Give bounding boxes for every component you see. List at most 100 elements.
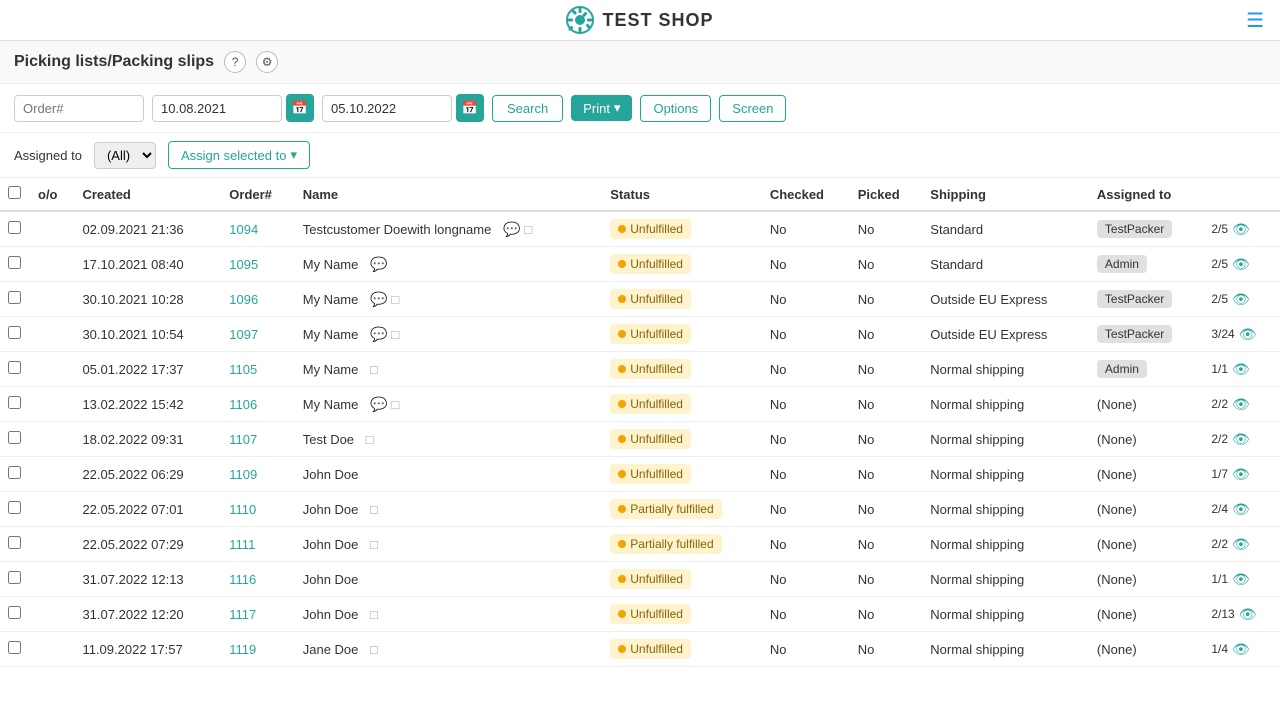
row-oo [30,352,74,387]
row-created: 17.10.2021 08:40 [74,247,221,282]
row-name: Testcustomer Doewith longname [303,222,492,237]
row-checkbox[interactable] [8,501,21,514]
message-icon[interactable]: 💬 [370,396,387,413]
eye-icon[interactable]: 👁 [1239,326,1257,343]
eye-icon[interactable]: 👁 [1239,606,1257,623]
row-checked: No [762,247,850,282]
message-icon[interactable]: 💬 [503,221,520,238]
row-shipping: Normal shipping [922,492,1089,527]
message-icon[interactable]: 💬 [370,326,387,343]
assign-selected-button[interactable]: Assign selected to ▾ [168,141,310,169]
status-badge: Partially fulfilled [610,534,721,554]
eye-icon[interactable]: 👁 [1232,641,1250,658]
select-all-checkbox[interactable] [8,186,21,199]
row-checkbox[interactable] [8,326,21,339]
eye-icon[interactable]: 👁 [1232,221,1250,238]
copy-icon[interactable]: □ [370,362,378,377]
col-oo: o/o [30,178,74,211]
date-from-calendar-button[interactable]: 📅 [286,94,314,122]
row-checkbox[interactable] [8,396,21,409]
copy-icon[interactable]: □ [391,397,399,412]
count-value: 2/5 [1211,257,1228,271]
row-order[interactable]: 1110 [221,492,294,527]
settings-button[interactable]: ⚙ [256,51,278,73]
row-oo [30,282,74,317]
row-checked: No [762,422,850,457]
row-count: 1/1👁 [1203,352,1280,387]
row-assigned: TestPacker [1089,317,1203,352]
hamburger-menu[interactable]: ☰ [1246,8,1264,33]
row-checkbox[interactable] [8,256,21,269]
screen-button[interactable]: Screen [719,95,786,122]
assigned-to-select[interactable]: (All) [94,142,156,169]
row-name: My Name [303,257,359,272]
copy-icon[interactable]: □ [370,607,378,622]
row-checkbox[interactable] [8,361,21,374]
order-search-input[interactable] [14,95,144,122]
eye-icon[interactable]: 👁 [1232,431,1250,448]
copy-icon[interactable]: □ [370,642,378,657]
row-order[interactable]: 1111 [221,527,294,562]
status-dot [618,225,626,233]
row-checkbox[interactable] [8,641,21,654]
row-status: Partially fulfilled [602,492,762,527]
logo-icon [566,6,594,34]
row-name: Test Doe [303,432,354,447]
row-checkbox[interactable] [8,536,21,549]
status-badge: Unfulfilled [610,219,691,239]
message-icon[interactable]: 💬 [370,291,387,308]
row-checkbox[interactable] [8,571,21,584]
eye-icon[interactable]: 👁 [1232,571,1250,588]
row-oo [30,387,74,422]
copy-icon[interactable]: □ [391,292,399,307]
row-order[interactable]: 1095 [221,247,294,282]
date-to-calendar-button[interactable]: 📅 [456,94,484,122]
row-checkbox[interactable] [8,606,21,619]
row-checked: No [762,457,850,492]
row-checkbox[interactable] [8,466,21,479]
row-created: 22.05.2022 06:29 [74,457,221,492]
row-created: 30.10.2021 10:28 [74,282,221,317]
print-button[interactable]: Print ▾ [571,95,632,121]
copy-icon[interactable]: □ [524,222,532,237]
eye-icon[interactable]: 👁 [1232,501,1250,518]
status-badge: Unfulfilled [610,464,691,484]
search-button[interactable]: Search [492,95,563,122]
table-row: 22.05.2022 06:291109John Doe Unfulfilled… [0,457,1280,492]
row-assigned: (None) [1089,457,1203,492]
row-order[interactable]: 1117 [221,597,294,632]
row-order[interactable]: 1096 [221,282,294,317]
eye-icon[interactable]: 👁 [1232,396,1250,413]
row-checkbox[interactable] [8,431,21,444]
date-to-input[interactable] [322,95,452,122]
row-order[interactable]: 1097 [221,317,294,352]
message-icon[interactable]: 💬 [370,256,387,273]
eye-icon[interactable]: 👁 [1232,361,1250,378]
row-checkbox[interactable] [8,221,21,234]
row-order[interactable]: 1109 [221,457,294,492]
col-status: Status [602,178,762,211]
copy-icon[interactable]: □ [391,327,399,342]
row-order[interactable]: 1107 [221,422,294,457]
eye-icon[interactable]: 👁 [1232,466,1250,483]
date-from-group: 📅 [152,94,314,122]
help-button[interactable]: ? [224,51,246,73]
date-from-input[interactable] [152,95,282,122]
eye-icon[interactable]: 👁 [1232,291,1250,308]
eye-icon[interactable]: 👁 [1232,256,1250,273]
row-checkbox[interactable] [8,291,21,304]
row-order[interactable]: 1116 [221,562,294,597]
eye-icon[interactable]: 👁 [1232,536,1250,553]
copy-icon[interactable]: □ [370,502,378,517]
row-checked: No [762,527,850,562]
row-order[interactable]: 1105 [221,352,294,387]
copy-icon[interactable]: □ [366,432,374,447]
row-order[interactable]: 1094 [221,211,294,247]
row-count: 2/2👁 [1203,387,1280,422]
options-button[interactable]: Options [640,95,711,122]
copy-icon[interactable]: □ [370,537,378,552]
status-badge: Unfulfilled [610,604,691,624]
row-order[interactable]: 1106 [221,387,294,422]
row-order[interactable]: 1119 [221,632,294,667]
status-dot [618,470,626,478]
